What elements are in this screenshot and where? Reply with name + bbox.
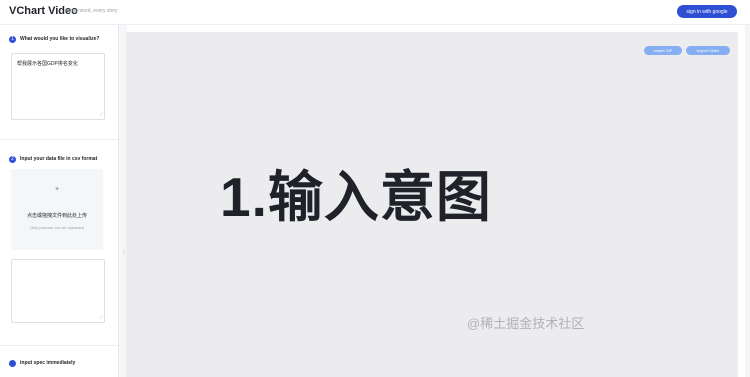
intent-textarea[interactable]: 帮我展示各国GDP排名变化 ⟋: [11, 53, 105, 120]
step-3-label: input spec immediately: [20, 360, 76, 366]
csv-upload-dropzone[interactable]: + 点击或拖拽文件到此处上传 Only pictures can be uplo…: [11, 169, 103, 250]
step-headline: 1.输入意图: [220, 166, 492, 228]
step-1-header: 1 What would you like to visualize?: [9, 34, 119, 44]
data-textarea[interactable]: ⟋: [11, 259, 105, 323]
page-scrollbar[interactable]: [745, 25, 750, 377]
intent-text: 帮我展示各国GDP排名变化: [17, 61, 78, 67]
toggle-switch[interactable]: [9, 359, 16, 367]
upload-title: 点击或拖拽文件到此处上传: [26, 213, 87, 219]
step-3-header[interactable]: input spec immediately: [9, 358, 119, 368]
step-2-label: Input your data file in csv format: [20, 156, 98, 162]
app-header: VChart Video every word, every story sig…: [0, 0, 750, 25]
resize-grip-icon[interactable]: ⟋: [99, 316, 103, 321]
upload-hint: Only pictures can be uploaded: [29, 225, 85, 230]
step-1-label: What would you like to visualize?: [20, 36, 100, 42]
step-2-number-icon: 2: [9, 155, 16, 163]
export-gif-button[interactable]: export GIF: [644, 46, 682, 55]
section-divider: [0, 345, 118, 346]
export-video-button[interactable]: export Video: [686, 46, 730, 55]
step-2-header: 2 Input your data file in csv format: [9, 154, 119, 164]
watermark-text: @稀土掘金技术社区: [467, 316, 585, 331]
section-divider: [0, 139, 118, 140]
sidebar-panel: 1 What would you like to visualize? 帮我展示…: [0, 25, 118, 377]
resize-grip-icon[interactable]: ⟋: [99, 113, 103, 118]
step-1-number-icon: 1: [9, 35, 16, 43]
preview-canvas: export GIF export Video 1.输入意图: [126, 32, 738, 377]
sign-in-google-button[interactable]: sign in with google: [677, 5, 737, 18]
plus-icon: +: [54, 186, 60, 193]
app-slogan: every word, every story: [66, 8, 118, 14]
